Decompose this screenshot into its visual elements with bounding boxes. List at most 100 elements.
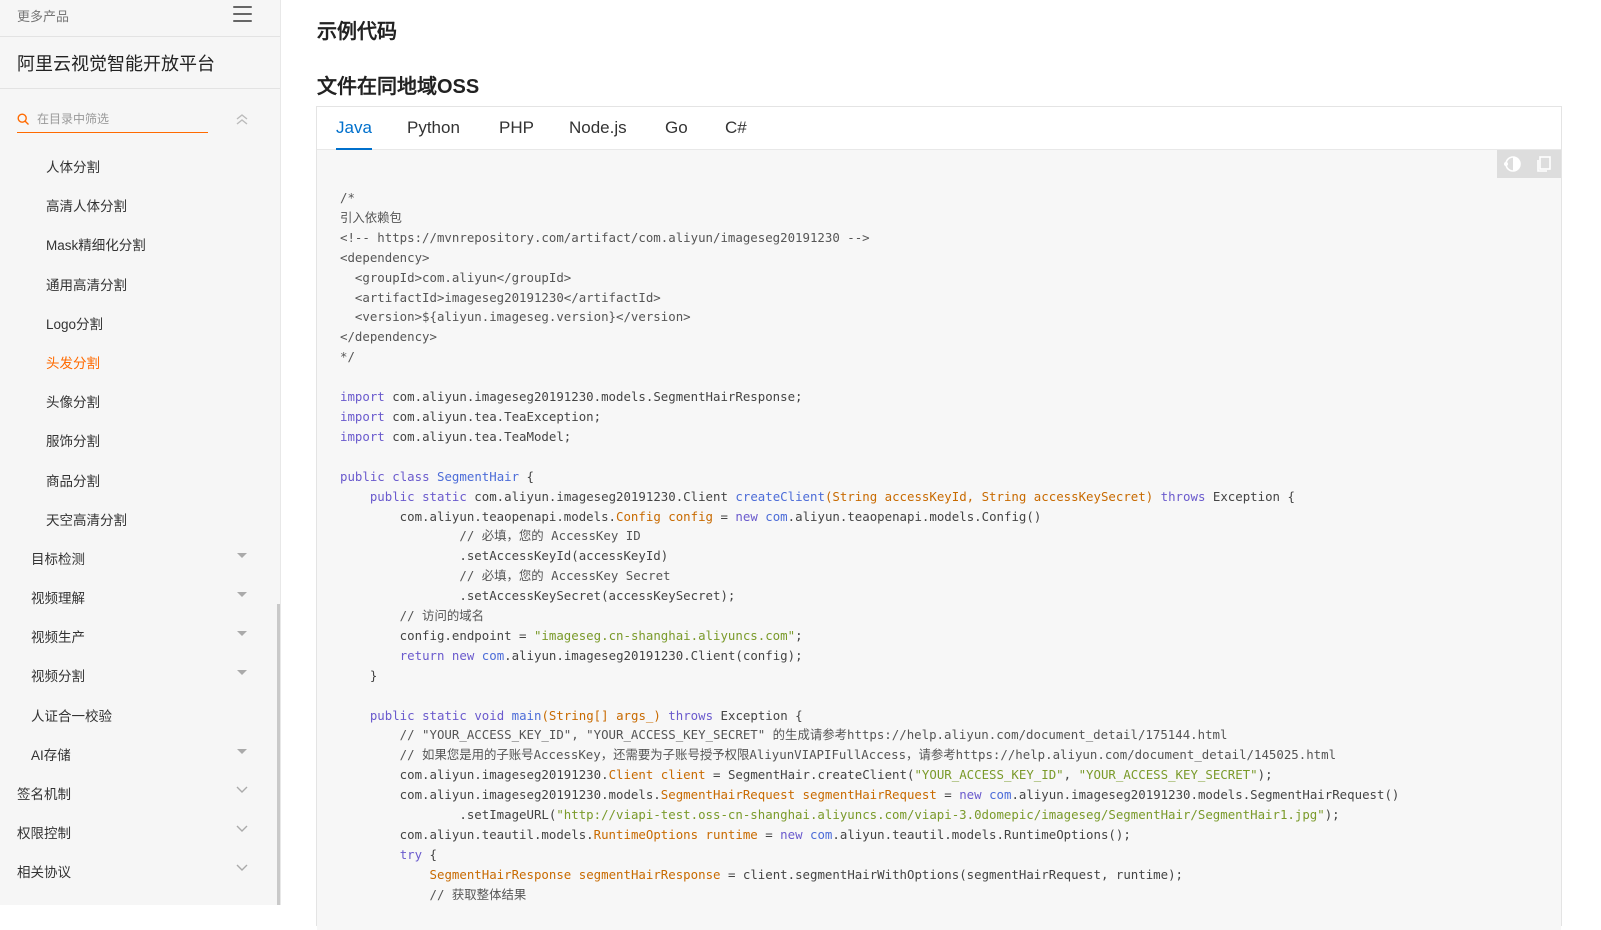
sidebar-item-label: 视频生产 (31, 630, 85, 646)
theme-toggle-icon[interactable] (1503, 155, 1521, 173)
section-heading-example-code: 示例代码 (317, 21, 397, 43)
code-token: SegmentHairResponse (429, 866, 572, 882)
copy-icon[interactable] (1535, 155, 1553, 173)
code-token: , (1063, 767, 1079, 783)
sidebar-item[interactable]: 通用高清分割 (0, 262, 280, 301)
code-token: import (340, 408, 385, 424)
sidebar-item[interactable]: 视频生产 (0, 614, 280, 653)
filter-box (17, 111, 208, 133)
sidebar-item-label: 通用高清分割 (46, 277, 127, 293)
collapse-up-icon[interactable] (234, 112, 250, 126)
code-token: <groupId>com.aliyun</groupId> (340, 269, 572, 285)
sidebar-item[interactable]: 人证合一校验 (0, 693, 280, 732)
code-token: .setImageURL( (340, 807, 557, 823)
chevron-down-icon[interactable] (235, 862, 249, 872)
code-token: com (765, 508, 788, 524)
code-token: new (780, 827, 803, 842)
sidebar-item[interactable]: Mask精细化分割 (0, 222, 280, 261)
sidebar-item[interactable]: 签名机制 (0, 771, 280, 810)
code-token: public (369, 488, 415, 504)
code-token: 引入依赖包 (340, 209, 402, 225)
code-token: // 如果您是用的子账号AccessKey，还需要为子账号授予权限AliyunV… (340, 747, 1337, 763)
code-token: new (959, 787, 982, 803)
tab-python[interactable]: Python (407, 118, 460, 138)
sidebar-item-label: Logo分割 (46, 316, 104, 332)
code-token: void (474, 707, 505, 723)
search-icon (17, 113, 29, 125)
caret-down-icon[interactable] (237, 552, 247, 558)
sidebar-item[interactable]: 高清人体分割 (0, 183, 280, 222)
code-token: (String accessKeyId, String accessKeySec… (824, 488, 1154, 504)
code-token: "http://viapi-test.oss-cn-shanghai.aliyu… (556, 807, 1325, 823)
catalog-nav: 人体分割高清人体分割 Mask精细化分割通用高清分割 Logo分割头发分割 头像分割服… (0, 144, 280, 889)
code-token: Client (608, 767, 654, 783)
sidebar-item[interactable]: 服饰分割 (0, 418, 280, 457)
sidebar-item-label: 商品分割 (46, 473, 100, 489)
catalog-filter-input[interactable] (37, 112, 202, 126)
sidebar: 更多产品 阿里云视觉智能开放平台 人体分割高清人体分割 Mask精细化分割通用高清… (0, 0, 281, 905)
code-token: com (481, 647, 505, 663)
caret-down-icon[interactable] (237, 631, 247, 637)
product-title[interactable]: 阿里云视觉智能开放平台 (17, 50, 215, 76)
caret-down-icon[interactable] (237, 592, 247, 598)
sidebar-item[interactable]: 头发分割 (0, 340, 280, 379)
code-token: com (989, 787, 1012, 803)
code-token: // 必填，您的 AccessKey Secret (340, 568, 671, 584)
code-token: .aliyun.teaopenapi.models.Config() (787, 508, 1042, 524)
code-token: createClient (735, 488, 825, 504)
code-token: ; (795, 627, 803, 643)
code-token: = (757, 827, 781, 842)
code-token: ); (1324, 807, 1340, 823)
sidebar-item[interactable]: 目标检测 (0, 536, 280, 575)
code-token: { (422, 846, 437, 862)
sidebar-top-bar: 更多产品 (0, 0, 280, 37)
code-token: // 必填，您的 AccessKey ID (340, 528, 641, 544)
code-token: class (392, 468, 430, 484)
sidebar-item[interactable]: AI存储 (0, 732, 280, 771)
code-token: com.aliyun.imageseg20191230. (340, 767, 609, 783)
tab-c[interactable]: C# (725, 118, 747, 138)
code-text[interactable]: /* 引入依赖包 <!-- https://mvnrepository.com/… (340, 188, 1399, 905)
sidebar-item[interactable]: Logo分割 (0, 301, 280, 340)
code-token: = SegmentHair.createClient( (705, 767, 915, 783)
chevron-down-icon[interactable] (235, 823, 249, 833)
more-products-link[interactable]: 更多产品 (17, 6, 69, 25)
sidebar-item[interactable]: 头像分割 (0, 379, 280, 418)
code-token: // "YOUR_ACCESS_KEY_ID", "YOUR_ACCESS_KE… (340, 727, 1228, 743)
code-token: .aliyun.imageseg20191230.Client(config); (504, 647, 803, 663)
sidebar-item[interactable]: 天空高清分割 (0, 497, 280, 536)
code-token: runtime (705, 827, 758, 842)
code-token: "imageseg.cn-shanghai.aliyuncs.com" (533, 627, 796, 643)
code-token: Exception { (1205, 488, 1295, 504)
tab-java[interactable]: Java (336, 118, 372, 150)
code-token: = (713, 508, 736, 524)
caret-down-icon[interactable] (237, 748, 247, 754)
section-heading-oss: 文件在同地域OSS (317, 76, 480, 98)
sidebar-item[interactable]: 权限控制 (0, 810, 280, 849)
code-token: ); (1257, 767, 1273, 783)
sidebar-item[interactable]: 视频理解 (0, 575, 280, 614)
code-token: <version>${aliyun.imageseg.version}</ver… (340, 309, 691, 325)
menu-icon[interactable] (233, 6, 252, 22)
tab-go[interactable]: Go (665, 118, 688, 138)
caret-down-icon[interactable] (237, 670, 247, 676)
sidebar-item[interactable]: 相关协议 (0, 849, 280, 888)
tab-php[interactable]: PHP (499, 118, 534, 138)
chevron-down-icon[interactable] (235, 784, 249, 794)
sidebar-item[interactable]: 视频分割 (0, 653, 280, 692)
sidebar-item[interactable]: 人体分割 (0, 144, 280, 183)
code-token: com.aliyun.tea.TeaModel; (384, 428, 572, 444)
main-content: 示例代码 文件在同地域OSS Java Python PHP Node.js Go C# … (281, 0, 1601, 930)
code-token: new (451, 647, 475, 663)
code-token: config (668, 508, 714, 524)
code-token: { (519, 468, 534, 484)
tab-node-js[interactable]: Node.js (569, 118, 627, 138)
sidebar-item[interactable]: 商品分割 (0, 458, 280, 497)
sidebar-item-label: 人体分割 (46, 160, 100, 175)
